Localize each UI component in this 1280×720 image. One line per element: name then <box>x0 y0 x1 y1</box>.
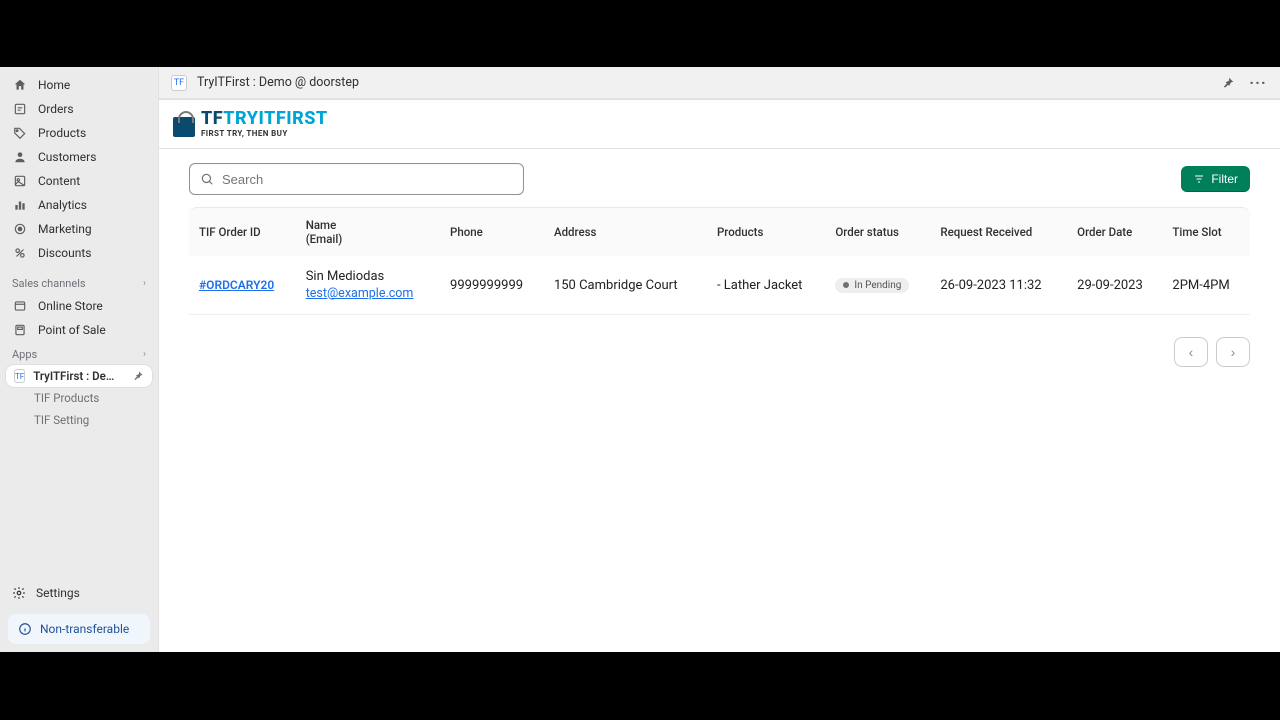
col-name-email: Name (Email) <box>298 207 442 256</box>
brand-logo: TFTRYITFIRST FIRST TRY, THEN BUY <box>173 110 1266 138</box>
page-title: TryITFirst : Demo @ doorstep <box>197 75 359 90</box>
pos-icon <box>12 322 28 338</box>
nav-label: Customers <box>38 150 96 164</box>
brand-bar: TFTRYITFIRST FIRST TRY, THEN BUY <box>159 100 1280 149</box>
nav-online-store[interactable]: Online Store <box>0 294 158 318</box>
non-transferable-banner[interactable]: Non-transferable <box>8 614 150 644</box>
col-phone: Phone <box>442 207 546 256</box>
apps-header[interactable]: Apps › <box>0 342 158 365</box>
app-label: TryITFirst : Demo @ d… <box>33 369 124 383</box>
sidebar: Home Orders Products Customers Content A… <box>0 67 159 652</box>
cell-products: - Lather Jacket <box>709 256 827 315</box>
col-slot: Time Slot <box>1164 207 1250 256</box>
pin-icon[interactable] <box>132 370 144 382</box>
nav-label: Products <box>38 126 86 140</box>
app-icon: TF <box>171 75 187 91</box>
cell-received: 26-09-2023 11:32 <box>932 256 1069 315</box>
nav-marketing[interactable]: Marketing <box>0 217 158 241</box>
more-button[interactable]: ··· <box>1248 73 1268 93</box>
pagination: ‹ › <box>159 327 1280 377</box>
col-order-date: Order Date <box>1069 207 1164 256</box>
cell-address: 150 Cambridge Court <box>546 256 709 315</box>
app-titlebar: TF TryITFirst : Demo @ doorstep ··· <box>159 67 1280 99</box>
search-box[interactable] <box>189 163 524 195</box>
col-status: Order status <box>827 207 932 256</box>
brand-tf: TF <box>201 108 223 129</box>
section-label: Apps <box>12 348 37 361</box>
nav-analytics[interactable]: Analytics <box>0 193 158 217</box>
orders-table-wrap: TIF Order ID Name (Email) Phone Address … <box>159 207 1280 327</box>
search-icon <box>200 172 214 186</box>
analytics-icon <box>12 197 28 213</box>
app-sub-tif-setting[interactable]: TIF Setting <box>0 409 158 431</box>
prev-page-button[interactable]: ‹ <box>1174 337 1208 367</box>
col-products: Products <box>709 207 827 256</box>
table-row[interactable]: #ORDCARY20 Sin Mediodas test@example.com… <box>189 256 1250 315</box>
chevron-right-icon: › <box>143 278 146 289</box>
nav-home[interactable]: Home <box>0 73 158 97</box>
nav-label: Home <box>38 78 70 92</box>
col-order-id: TIF Order ID <box>189 207 298 256</box>
nav-orders[interactable]: Orders <box>0 97 158 121</box>
nav-label: Marketing <box>38 222 92 236</box>
discounts-icon <box>12 245 28 261</box>
col-received: Request Received <box>932 207 1069 256</box>
next-page-button[interactable]: › <box>1216 337 1250 367</box>
nav-products[interactable]: Products <box>0 121 158 145</box>
customer-email[interactable]: test@example.com <box>306 286 434 303</box>
nav-label: Point of Sale <box>38 323 106 337</box>
settings-label: Settings <box>36 586 80 600</box>
sidebar-active-app[interactable]: TF TryITFirst : Demo @ d… <box>6 365 152 387</box>
non-transferable-label: Non-transferable <box>40 622 129 636</box>
pin-button[interactable] <box>1218 73 1238 93</box>
customer-name: Sin Mediodas <box>306 268 434 286</box>
customers-icon <box>12 149 28 165</box>
brand-tagline: FIRST TRY, THEN BUY <box>201 130 328 138</box>
marketing-icon <box>12 221 28 237</box>
chevron-right-icon: › <box>143 349 146 360</box>
nav-customers[interactable]: Customers <box>0 145 158 169</box>
search-input[interactable] <box>222 172 513 187</box>
nav-label: Analytics <box>38 198 87 212</box>
table-header-row: TIF Order ID Name (Email) Phone Address … <box>189 207 1250 256</box>
section-label: Sales channels <box>12 277 86 290</box>
nav-label: Discounts <box>38 246 91 260</box>
app-sub-tif-products[interactable]: TIF Products <box>0 387 158 409</box>
status-badge: In Pending <box>835 278 909 293</box>
toolbar: Filter <box>159 149 1280 207</box>
nav-pos[interactable]: Point of Sale <box>0 318 158 342</box>
products-icon <box>12 125 28 141</box>
main-content: TF TryITFirst : Demo @ doorstep ··· TFTR… <box>159 67 1280 652</box>
bag-icon <box>173 111 195 137</box>
nav-settings[interactable]: Settings <box>0 578 158 608</box>
nav-label: Content <box>38 174 80 188</box>
sales-channels-header[interactable]: Sales channels › <box>0 271 158 294</box>
cell-order-date: 29-09-2023 <box>1069 256 1164 315</box>
col-address: Address <box>546 207 709 256</box>
filter-icon <box>1193 173 1205 185</box>
orders-icon <box>12 101 28 117</box>
cell-slot: 2PM-4PM <box>1164 256 1250 315</box>
home-icon <box>12 77 28 93</box>
nav-discounts[interactable]: Discounts <box>0 241 158 265</box>
store-icon <box>12 298 28 314</box>
cell-phone: 9999999999 <box>442 256 546 315</box>
orders-table: TIF Order ID Name (Email) Phone Address … <box>189 207 1250 315</box>
order-id-link[interactable]: #ORDCARY20 <box>199 278 274 292</box>
filter-label: Filter <box>1211 172 1238 186</box>
info-icon <box>18 622 32 636</box>
gear-icon <box>12 586 26 600</box>
filter-button[interactable]: Filter <box>1181 166 1250 192</box>
nav-label: Online Store <box>38 299 103 313</box>
brand-rest: TRYITFIRST <box>223 108 327 129</box>
app-icon: TF <box>14 369 25 383</box>
content-icon <box>12 173 28 189</box>
nav-label: Orders <box>38 102 74 116</box>
nav-content[interactable]: Content <box>0 169 158 193</box>
